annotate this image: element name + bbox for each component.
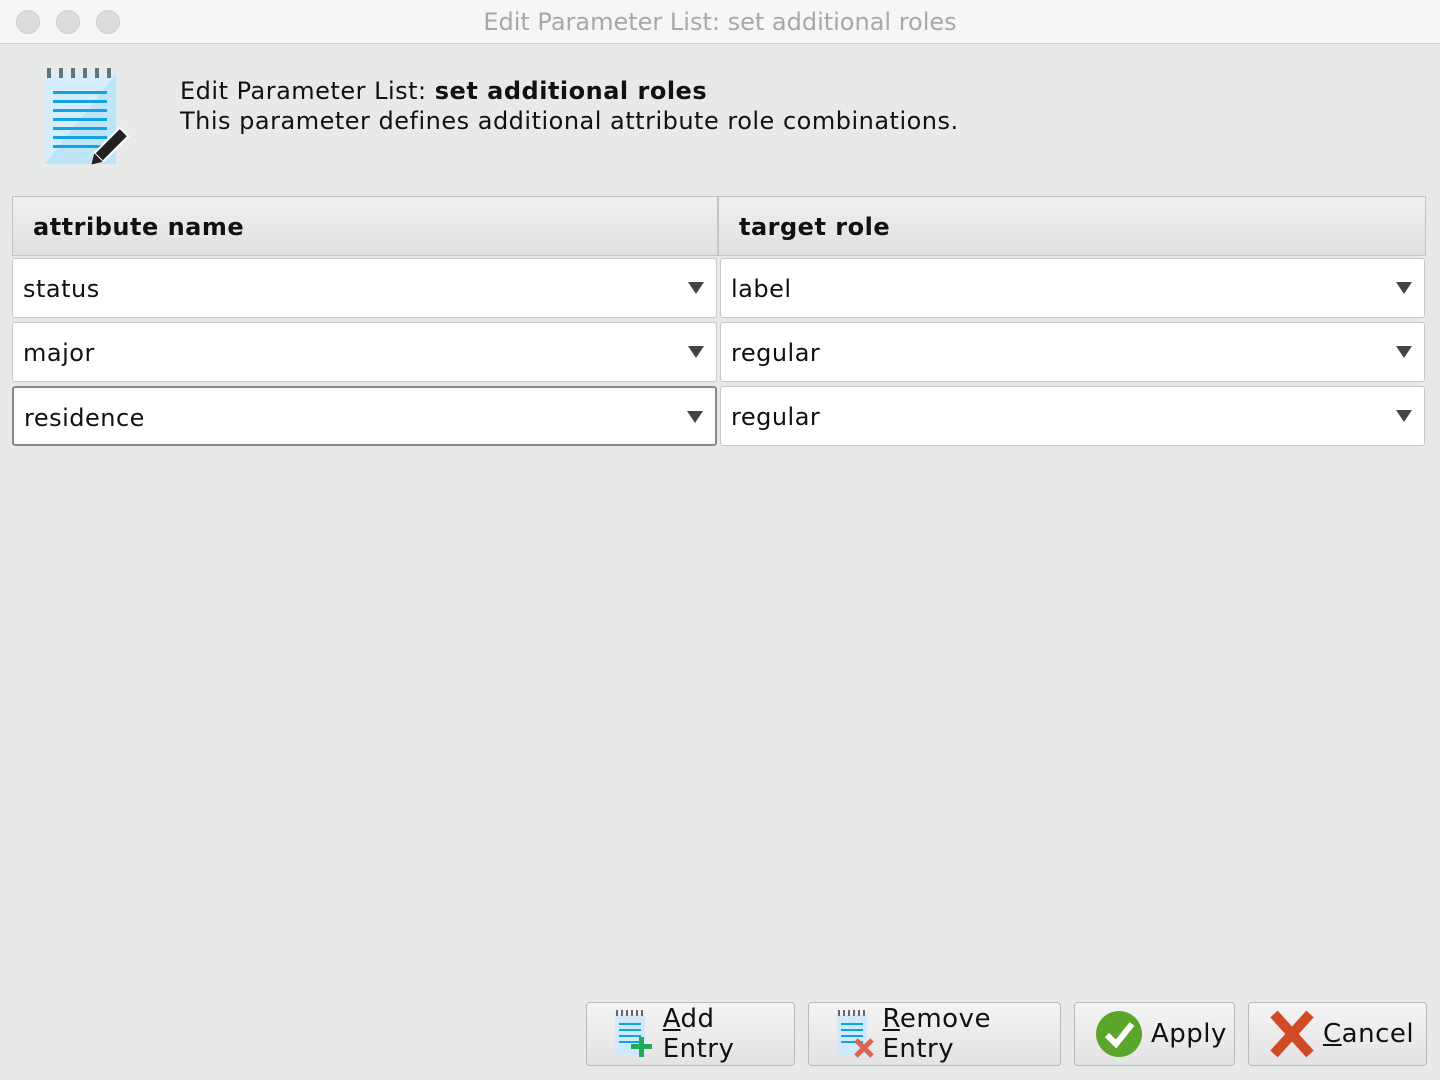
role-dropdown[interactable]: label [720, 258, 1425, 318]
chevron-down-icon [687, 411, 703, 423]
add-entry-label: Add Entry [663, 1004, 794, 1064]
header-title: Edit Parameter List: set additional role… [180, 77, 707, 105]
window-title: Edit Parameter List: set additional role… [483, 8, 957, 36]
green-check-icon [1096, 1011, 1142, 1057]
title-prefix: Edit Parameter List: [180, 77, 435, 105]
role-value: regular [731, 339, 821, 367]
apply-button[interactable]: Apply [1074, 1002, 1235, 1066]
role-dropdown[interactable]: regular [720, 386, 1425, 446]
cancel-button[interactable]: Cancel [1248, 1002, 1427, 1066]
header-description: This parameter defines additional attrib… [180, 107, 959, 135]
chevron-down-icon [688, 346, 704, 358]
apply-label: Apply [1151, 1019, 1227, 1049]
role-value: regular [731, 403, 821, 431]
remove-entry-label: Remove Entry [882, 1004, 1060, 1064]
attribute-dropdown[interactable]: residence [12, 386, 717, 446]
chevron-down-icon [1396, 346, 1412, 358]
notepad-plus-icon [615, 1010, 652, 1057]
parameter-name: set additional roles [434, 77, 708, 105]
role-value: label [731, 275, 792, 303]
mnemonic: C [1323, 1019, 1342, 1049]
column-header-target-role[interactable]: target role [718, 196, 1426, 256]
mnemonic: R [882, 1004, 900, 1034]
cancel-label: Cancel [1323, 1019, 1414, 1049]
role-dropdown[interactable]: regular [720, 322, 1425, 382]
notepad-x-icon [837, 1010, 874, 1058]
attribute-dropdown[interactable]: status [12, 258, 717, 318]
chevron-down-icon [688, 282, 704, 294]
attribute-value: status [23, 275, 100, 303]
column-header-attribute-name[interactable]: attribute name [12, 196, 718, 256]
notepad-pencil-icon [45, 68, 130, 165]
attribute-dropdown[interactable]: major [12, 322, 717, 382]
label: ancel [1341, 1019, 1415, 1049]
remove-entry-button[interactable]: Remove Entry [808, 1002, 1061, 1066]
mnemonic: A [662, 1004, 681, 1034]
red-x-icon [1270, 1010, 1314, 1058]
attribute-value: residence [24, 404, 145, 432]
add-entry-button[interactable]: Add Entry [586, 1002, 795, 1066]
chevron-down-icon [1396, 410, 1412, 422]
attribute-value: major [23, 339, 95, 367]
title-bar: Edit Parameter List: set additional role… [0, 0, 1440, 44]
chevron-down-icon [1396, 282, 1412, 294]
